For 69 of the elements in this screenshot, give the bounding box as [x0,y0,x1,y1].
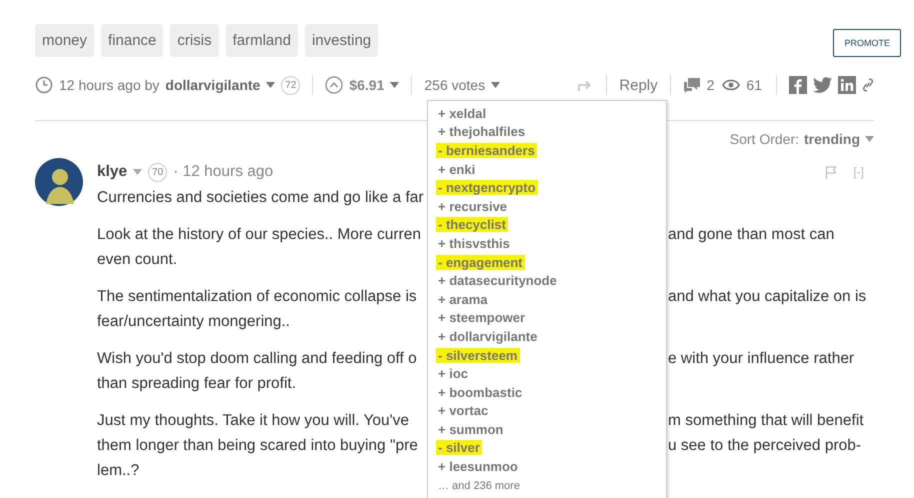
comment-time: · 12 hours ago [173,163,274,181]
comment-text: e with your influence rather [668,349,854,369]
voter-item[interactable]: + steempower [436,310,528,326]
voter-item[interactable]: + leesunmoo [436,459,520,474]
voter-item[interactable]: + vortac [436,403,490,418]
comment-count: 2 [706,77,714,93]
caret-icon[interactable] [133,169,142,175]
facebook-icon[interactable] [789,76,807,94]
voter-item[interactable]: + xeldal [436,106,488,121]
comment-text: The sentimentalization of economic collapse is [97,288,417,305]
voter-item[interactable]: + enki [436,162,478,177]
eye-icon [722,79,740,91]
comment-text: and gone than most can [668,225,834,245]
promote-button[interactable]: PROMOTE [833,28,901,56]
voter-item[interactable]: - nextgencrypto [436,180,538,196]
post-time: 12 hours ago by [59,77,160,93]
voter-item[interactable]: - silver [436,440,482,456]
comment-text: even count. [97,251,178,268]
comment-text: u see to the perceived prob- [668,436,862,456]
linkedin-icon[interactable] [838,76,856,94]
voter-item[interactable]: - berniesanders [436,142,537,158]
reputation-badge: 70 [148,162,168,182]
voter-item[interactable]: + boombastic [436,384,524,400]
comment-text: Look at the history of our species.. More curren [97,226,421,243]
comment-text: them longer than being scared into buying "pre [97,437,418,454]
voter-item[interactable]: + thisvsthis [436,236,512,251]
comment-text: and what you capitalize on is [668,287,866,307]
avatar-icon [35,158,83,206]
caret-icon[interactable] [865,136,874,142]
tag-link[interactable]: finance [101,24,164,57]
voter-item[interactable]: + ioc [436,366,470,382]
comments-icon[interactable] [682,77,701,93]
voter-item[interactable]: - silversteem [436,348,520,363]
voter-item[interactable]: + arama [436,292,490,307]
comment-text: Just my thoughts. Take it how you will. You've [97,412,409,429]
tag-link[interactable]: crisis [170,24,219,57]
caret-icon[interactable] [266,82,276,88]
reply-link[interactable]: Reply [619,76,658,94]
link-icon[interactable] [862,77,874,93]
view-count: 61 [746,77,762,93]
votes-link[interactable]: 256 votes [424,77,486,93]
comment-author[interactable]: klye [97,163,128,181]
upvote-icon[interactable] [325,76,344,94]
clock-icon [35,76,53,94]
payout-amount[interactable]: $6.91 [349,77,384,93]
tag-link[interactable]: investing [304,24,378,57]
caret-icon[interactable] [390,82,400,88]
author-link[interactable]: dollarvigilante [165,77,260,93]
comment-text: Currencies and societies come and go like a far [97,189,424,206]
reputation-badge: 72 [281,76,300,94]
twitter-icon[interactable] [813,77,832,93]
comment-text: than spreading fear for profit. [97,375,296,392]
voter-item[interactable]: + thejohalfiles [436,124,528,140]
sort-order-dropdown[interactable]: trending [804,131,860,147]
voter-item[interactable]: + datasecuritynode [436,273,559,288]
caret-icon[interactable] [491,82,500,88]
voter-item[interactable]: + summon [436,422,506,437]
voter-item[interactable]: - engagement [436,254,525,270]
voter-item[interactable]: + recursive [436,198,510,214]
voter-item[interactable]: - thecyclist [436,217,508,232]
comment-text: m something that will benefit [668,411,864,431]
comment-text: lem..? [97,462,140,479]
comment-text: Wish you'd stop doom calling and feeding off o [97,350,417,367]
tag-link[interactable]: farmland [226,24,298,57]
tag-link[interactable]: money [35,24,94,57]
more-voters-text: … and 236 more [437,480,521,492]
voter-item[interactable]: + dollarvigilante [436,328,540,344]
comment-text: fear/uncertainty mongering.. [97,313,290,330]
sort-order-label: Sort Order: [730,131,799,147]
